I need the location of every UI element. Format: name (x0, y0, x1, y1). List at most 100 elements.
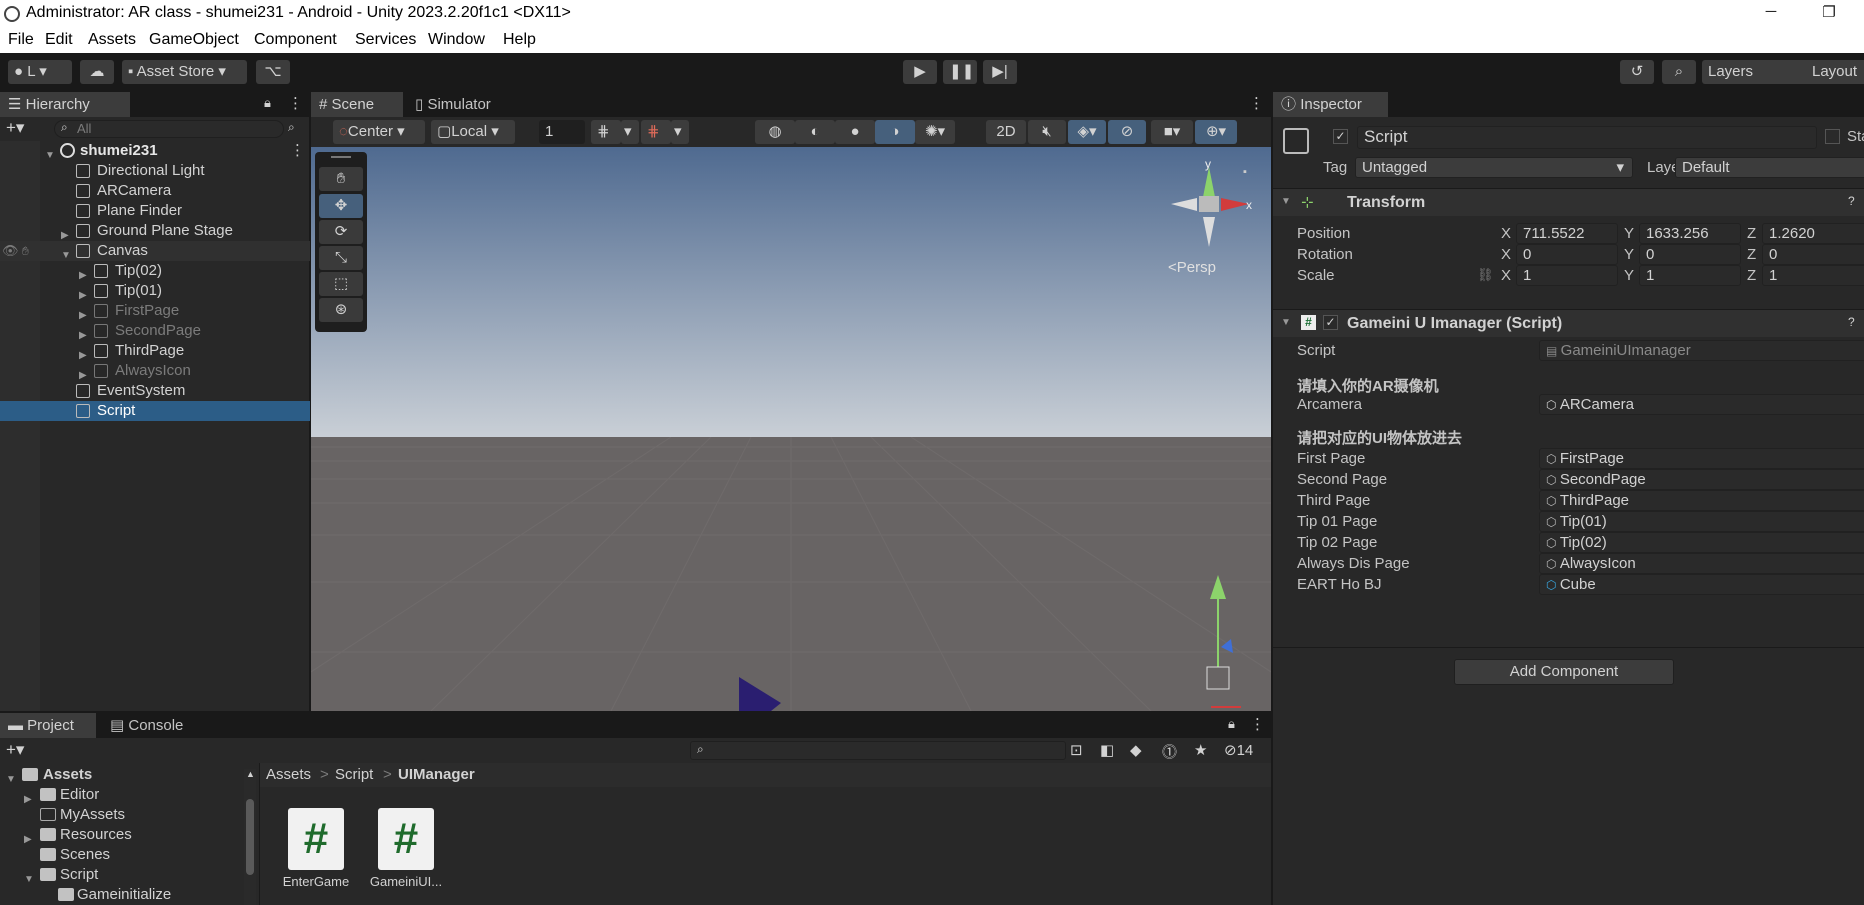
hidden-packages-icon[interactable]: ⊘14 (1224, 741, 1253, 759)
chevron-down-icon[interactable]: ▾ (671, 120, 689, 144)
tab-scene[interactable]: # Scene (311, 92, 403, 117)
reference-field[interactable]: ⬡ Tip(02) (1539, 532, 1864, 553)
restore-icon[interactable]: ❐ (1818, 3, 1840, 23)
rect-tool-icon[interactable]: ⬚ (319, 272, 363, 296)
file-gameiniuimanager[interactable]: # GameiniUI... (366, 808, 446, 900)
tab-inspector[interactable]: ⓘ Inspector (1273, 92, 1388, 117)
menu-file[interactable]: File (8, 31, 34, 49)
add-component-button[interactable]: Add Component (1454, 659, 1674, 685)
tab-simulator[interactable]: ▯ Simulator (407, 92, 517, 117)
minimize-icon[interactable]: ─ (1760, 3, 1782, 23)
hierarchy-item-arcamera[interactable]: ARCamera (0, 181, 310, 201)
hierarchy-search-input[interactable]: ⌕ All (54, 120, 284, 138)
scene-viewport[interactable]: ✋︎ ✥ ⟳ ⤡ ⬚ ⊛ y x ▪ <Persp (311, 147, 1271, 711)
space-dropdown[interactable]: ▢Local ▾ (431, 120, 515, 144)
more-icon[interactable]: ⋮ (1249, 94, 1264, 112)
mode-2d-button[interactable]: 2D (986, 120, 1026, 144)
cloud-icon[interactable]: ☁ (80, 60, 114, 84)
orientation-gizmo[interactable]: y x ▪ (1159, 157, 1259, 267)
transform-header[interactable]: ▼ ⊹ Transform ? (1273, 189, 1864, 216)
rotation-z-field[interactable]: 0 (1762, 244, 1864, 265)
breadcrumb-uimanager[interactable]: UIManager (398, 766, 475, 783)
more-icon[interactable]: ⋮ (1250, 715, 1265, 733)
layout-dropdown[interactable]: Layout (1806, 60, 1864, 84)
pause-button[interactable]: ❚❚ (943, 60, 977, 84)
breadcrumb-assets[interactable]: Assets (266, 766, 311, 783)
rotate-tool-icon[interactable]: ⟳ (319, 220, 363, 244)
help-icon[interactable]: ? (1848, 194, 1855, 208)
tag-dropdown[interactable]: Untagged ▾ (1355, 157, 1633, 178)
hierarchy-item-script[interactable]: Script (0, 401, 310, 421)
effects-icon[interactable]: ◈▾ (1068, 120, 1106, 144)
scene-menu-icon[interactable]: ⋮ (290, 141, 305, 161)
tree-item-gameinitialize[interactable]: Gameinitialize (0, 885, 310, 905)
hierarchy-item-plane-finder[interactable]: Plane Finder (0, 201, 310, 221)
active-checkbox[interactable]: ✓ (1333, 129, 1348, 144)
project-search-input[interactable]: ⌕ (690, 741, 1066, 760)
arcamera-field[interactable]: ⬡ ARCamera (1539, 394, 1864, 415)
move-tool-icon[interactable]: ✥ (319, 194, 363, 218)
chevron-down-icon[interactable]: ▾ (621, 120, 639, 144)
static-checkbox[interactable] (1825, 129, 1840, 144)
scale-y-field[interactable]: 1 (1639, 265, 1741, 286)
reference-field[interactable]: ⬡ FirstPage (1539, 448, 1864, 469)
position-y-field[interactable]: 1633.256 (1639, 223, 1741, 244)
scale-tool-icon[interactable]: ⤡ (319, 246, 363, 270)
file-entergame[interactable]: # EnterGame (276, 808, 356, 900)
step-button[interactable]: ▶| (983, 60, 1017, 84)
issue-icon[interactable]: ⓵ (1162, 741, 1177, 762)
menu-gameobject[interactable]: GameObject (149, 31, 239, 49)
breadcrumb-script[interactable]: Script (335, 766, 373, 783)
shaded-icon[interactable]: ● (835, 120, 875, 144)
menu-edit[interactable]: Edit (45, 31, 73, 49)
transform-tool-icon[interactable]: ⊛ (319, 298, 363, 322)
gizmos-icon[interactable]: ⊕▾ (1195, 120, 1237, 144)
reference-field[interactable]: ⬡ Cube (1539, 574, 1864, 595)
lit-icon[interactable]: ◑ (875, 120, 915, 144)
favorite-star-icon[interactable]: ★ (1194, 741, 1207, 759)
hierarchy-item-thirdpage[interactable]: ▶ ThirdPage (0, 341, 310, 361)
menu-assets[interactable]: Assets (88, 31, 136, 49)
reference-field[interactable]: ⬡ Tip(01) (1539, 511, 1864, 532)
drag-handle[interactable] (331, 156, 351, 158)
asset-store-button[interactable]: ▪ Asset Store ▾ (122, 60, 247, 84)
hierarchy-item-canvas[interactable]: 👁︎ ✋︎ ▼ Canvas (0, 241, 310, 261)
scene-row[interactable]: ▼ shumei231 ⋮ (0, 141, 310, 161)
debug-icon[interactable]: ✺▾ (915, 120, 955, 144)
search-by-type-icon[interactable]: ⊡ (1070, 741, 1083, 759)
pickable-hand-icon[interactable]: ✋︎ (22, 241, 29, 261)
hidden-objects-icon[interactable]: ⊘ (1108, 120, 1146, 144)
constrain-proportions-icon[interactable]: ⛓︎ (1477, 267, 1494, 283)
hierarchy-item-directional-light[interactable]: Directional Light (0, 161, 310, 181)
hand-tool-icon[interactable]: ✋︎ (319, 167, 363, 191)
wireframe-icon[interactable]: ◍ (755, 120, 795, 144)
menu-window[interactable]: Window (428, 31, 485, 49)
tree-item-resources[interactable]: ▶ Resources (0, 825, 310, 845)
gizmo-lock-icon[interactable]: ▪ (1243, 166, 1247, 178)
play-button[interactable]: ▶ (903, 60, 937, 84)
scroll-up-icon[interactable]: ▲ (246, 769, 255, 779)
menu-services[interactable]: Services (355, 31, 416, 49)
visibility-eye-icon[interactable]: 👁︎ (2, 241, 19, 261)
rotation-x-field[interactable]: 0 (1516, 244, 1618, 265)
audio-mute-icon[interactable]: 🔇︎ (1028, 120, 1066, 144)
component-header[interactable]: ▼ # ✓ Gameini U Imanager (Script) ? (1273, 310, 1864, 337)
tree-scrollbar[interactable]: ▲ (244, 769, 256, 905)
reference-field[interactable]: ⬡ ThirdPage (1539, 490, 1864, 511)
shaded-wireframe-icon[interactable]: ◐ (795, 120, 835, 144)
cube-object[interactable] (721, 677, 781, 711)
add-icon[interactable]: +▾ (6, 740, 24, 760)
hierarchy-item-tip02[interactable]: ▶ Tip(02) (0, 261, 310, 281)
hierarchy-item-tip01[interactable]: ▶ Tip(01) (0, 281, 310, 301)
position-z-field[interactable]: 1.2620 (1762, 223, 1864, 244)
component-enabled-checkbox[interactable]: ✓ (1323, 315, 1338, 330)
add-icon[interactable]: +▾ (6, 118, 24, 138)
lock-icon[interactable]: 🔒︎ (264, 95, 271, 111)
scale-x-field[interactable]: 1 (1516, 265, 1618, 286)
scrollbar-thumb[interactable] (246, 799, 254, 875)
persp-label[interactable]: <Persp (1168, 259, 1216, 276)
menu-help[interactable]: Help (503, 31, 536, 49)
tree-item-myassets[interactable]: MyAssets (0, 805, 310, 825)
help-icon[interactable]: ? (1848, 315, 1855, 329)
reference-field[interactable]: ⬡ AlwaysIcon (1539, 553, 1864, 574)
